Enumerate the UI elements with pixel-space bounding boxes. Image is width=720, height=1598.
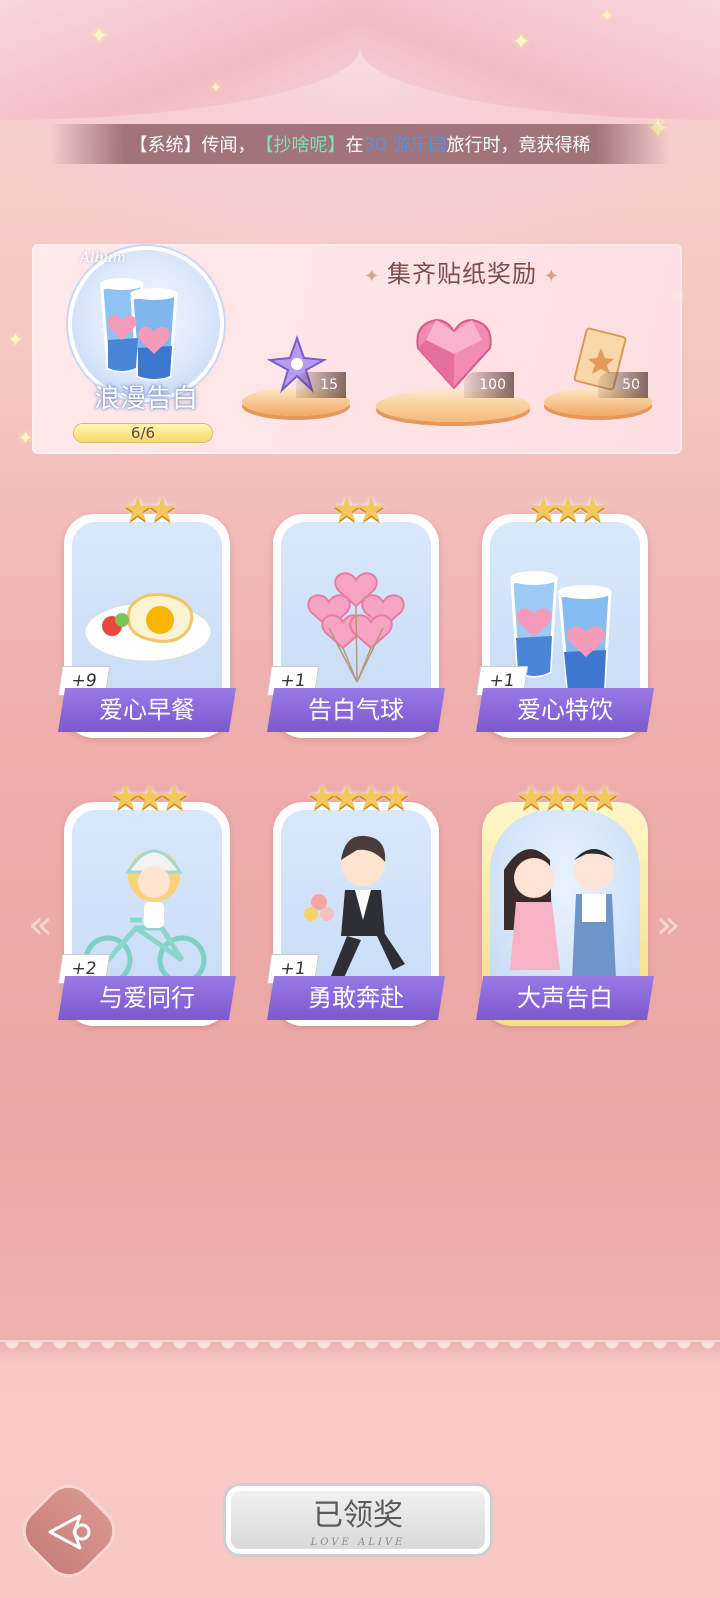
curtain-left	[0, 0, 360, 120]
sticker-card[interactable]: ★★ +1 告白气球	[266, 490, 445, 738]
sticker-card[interactable]: ★★★ +1 爱心特饮	[475, 490, 654, 738]
sparkle-icon: ✦	[90, 24, 109, 49]
card-art	[490, 810, 640, 1000]
claimed-button-label: 已领奖	[313, 1498, 403, 1533]
sticker-card[interactable]: ★★ +9 爱心早餐	[57, 490, 236, 738]
curtain-right	[360, 0, 720, 120]
reward-title-row: ✦ 集齐贴纸奖励 ✦	[332, 254, 592, 289]
album-script-label: Album	[80, 250, 126, 266]
sticker-card[interactable]: ★★★★ +1 勇敢奔赴	[266, 778, 445, 1026]
lace-border	[0, 1340, 720, 1382]
system-announcement: 【系统】传闻， 【抄啥呢】 在 30 游乐园 旅行时，竟获得稀	[50, 124, 670, 164]
couple-icon	[504, 849, 616, 980]
next-page-arrow-icon[interactable]: »	[656, 902, 680, 948]
sticker-name: 爱心特饮	[476, 688, 654, 732]
announcement-mid: 在	[345, 135, 364, 156]
star-rating: ★★★★	[516, 778, 620, 818]
announcement-level: 30	[363, 133, 387, 155]
sticker-name: 爱心早餐	[58, 688, 236, 732]
reward-qty: 50	[598, 372, 648, 398]
sticker-name: 大声告白	[476, 976, 654, 1020]
claimed-button-subtitle: LOVE ALIVE	[310, 1537, 406, 1548]
sparkle-icon: ✦	[537, 266, 560, 287]
prev-page-arrow-icon[interactable]: «	[28, 902, 52, 948]
heart-drinks-icon	[100, 278, 178, 381]
claimed-button[interactable]: 已领奖 LOVE ALIVE	[226, 1486, 490, 1554]
back-arrow-icon[interactable]	[46, 1512, 94, 1552]
sticker-card[interactable]: ★★★★ 大声告白	[476, 778, 654, 1026]
star-rating: ★★	[122, 490, 178, 530]
reward-qty: 15	[296, 372, 346, 398]
star-rating: ★★★	[110, 778, 189, 818]
album-progress-bar: 6/6	[74, 424, 212, 442]
star-rating: ★★★	[528, 490, 607, 530]
sparkle-icon: ✦	[600, 6, 614, 25]
reward-qty: 100	[464, 372, 514, 398]
reward-item[interactable]: 100	[376, 300, 532, 426]
sparkle-icon: ✦	[210, 80, 222, 96]
star-rating: ★★★★	[307, 778, 411, 818]
sparkle-icon: ✦	[18, 428, 34, 449]
album-name: 浪漫告白	[93, 384, 198, 414]
announcement-player: 【抄啥呢】	[255, 135, 346, 156]
sticker-name: 与爱同行	[58, 976, 236, 1020]
announcement-place: 游乐园	[392, 135, 447, 156]
sparkle-icon: ✦	[364, 266, 387, 287]
star-rating: ★★	[331, 490, 387, 530]
sticker-name: 告白气球	[267, 688, 445, 732]
sparkle-icon: ✦	[512, 30, 531, 55]
sparkle-icon: ✦	[8, 330, 24, 351]
album-progress-text: 6/6	[130, 424, 156, 442]
sticker-name: 勇敢奔赴	[267, 976, 445, 1020]
sticker-card[interactable]: ★★★ +2 与爱同行	[57, 778, 236, 1026]
reward-item[interactable]: 15	[242, 314, 352, 424]
announcement-prefix: 【系统】传闻，	[129, 135, 256, 156]
reward-item[interactable]: 50	[544, 314, 654, 424]
reward-title: 集齐贴纸奖励	[387, 260, 537, 288]
album-badge[interactable]	[72, 250, 220, 398]
album-panel: Album 浪漫告白 6/6 ✦ 集齐贴纸奖励 ✦ 15 100 50	[32, 244, 682, 454]
announcement-suffix: 旅行时，竟获得稀	[446, 135, 591, 156]
